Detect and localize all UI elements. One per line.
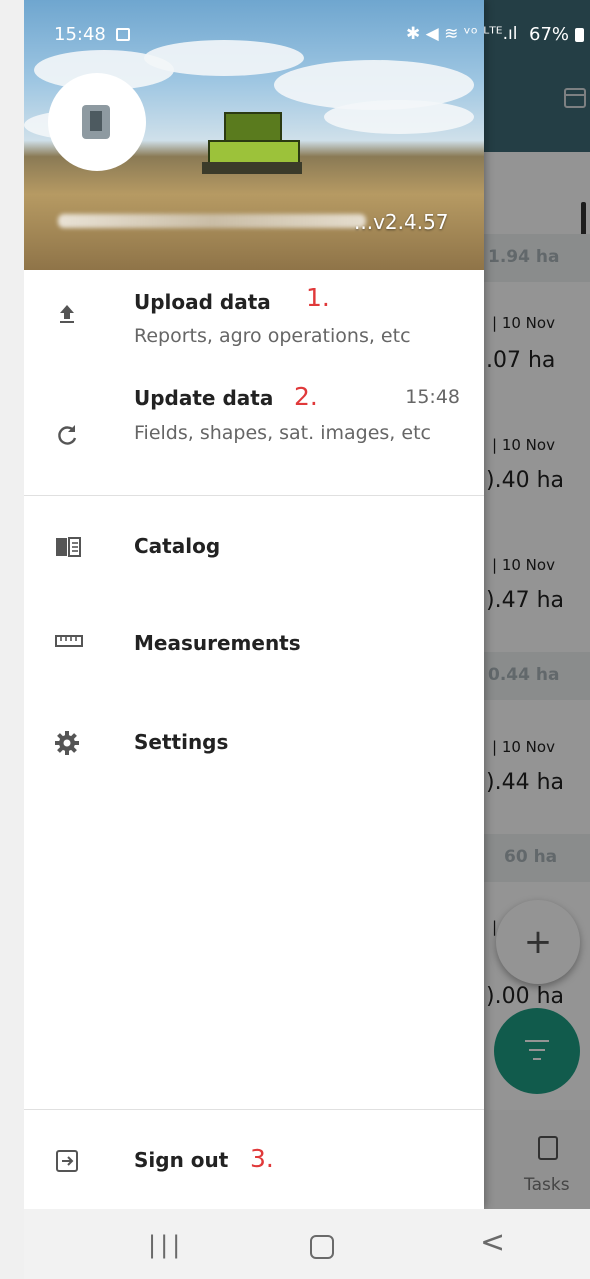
harvester-image xyxy=(202,112,302,178)
navigation-drawer: ...v2.4.57 Upload data 1. Reports, agro … xyxy=(24,0,484,1209)
book-icon xyxy=(54,534,81,560)
upload-icon xyxy=(54,300,80,326)
last-update-time: 15:48 xyxy=(405,386,460,408)
menu-upload-data[interactable]: Upload data 1. Reports, agro operations,… xyxy=(24,278,484,374)
annotation-number: 1. xyxy=(306,283,330,312)
system-nav-bar: ||| < xyxy=(24,1209,590,1279)
home-button[interactable] xyxy=(310,1235,334,1259)
image-notification-icon xyxy=(116,28,130,41)
annotation-number: 2. xyxy=(294,382,318,411)
menu-subtitle: Fields, shapes, sat. images, etc xyxy=(134,422,431,444)
menu-title: Catalog xyxy=(134,534,221,558)
menu-title: Settings xyxy=(134,730,229,754)
divider xyxy=(24,495,484,496)
battery-icon xyxy=(575,28,584,42)
menu-catalog[interactable]: Catalog xyxy=(24,508,484,588)
logo-icon xyxy=(82,105,110,139)
menu-title: Update data xyxy=(134,386,274,410)
menu-title: Measurements xyxy=(134,631,301,655)
ruler-icon xyxy=(54,628,83,654)
divider xyxy=(24,1109,484,1110)
menu-sign-out[interactable]: Sign out 3. xyxy=(24,1124,484,1204)
status-time: 15:48 xyxy=(54,24,106,45)
annotation-number: 3. xyxy=(250,1144,274,1173)
menu-settings[interactable]: Settings xyxy=(24,706,484,786)
back-button[interactable]: < xyxy=(480,1225,505,1260)
menu-title: Sign out xyxy=(134,1148,229,1172)
sign-out-icon xyxy=(54,1148,80,1174)
refresh-icon xyxy=(54,422,80,448)
menu-update-data[interactable]: Update data 2. 15:48 Fields, shapes, sat… xyxy=(24,374,484,492)
app-version: ...v2.4.57 xyxy=(354,210,449,234)
connectivity-icons: ✱ ◀ ≋ ᵛᵒ ᴸᵀᴱ.ıl xyxy=(406,24,518,44)
battery-percent: 67% xyxy=(529,24,570,45)
avatar[interactable] xyxy=(48,73,146,171)
recents-button[interactable]: ||| xyxy=(148,1231,184,1259)
account-name-blurred xyxy=(58,214,366,228)
menu-subtitle: Reports, agro operations, etc xyxy=(134,325,411,347)
menu-title: Upload data xyxy=(134,290,271,314)
phone-screen: 1.94 ha | 10 Nov .07 ha | 10 Nov ).40 ha… xyxy=(24,0,590,1279)
status-bar: 15:48 ✱ ◀ ≋ ᵛᵒ ᴸᵀᴱ.ıl 67% xyxy=(24,0,590,50)
menu-measurements[interactable]: Measurements xyxy=(24,606,484,686)
gear-icon xyxy=(54,730,80,756)
left-margin xyxy=(0,0,24,1279)
